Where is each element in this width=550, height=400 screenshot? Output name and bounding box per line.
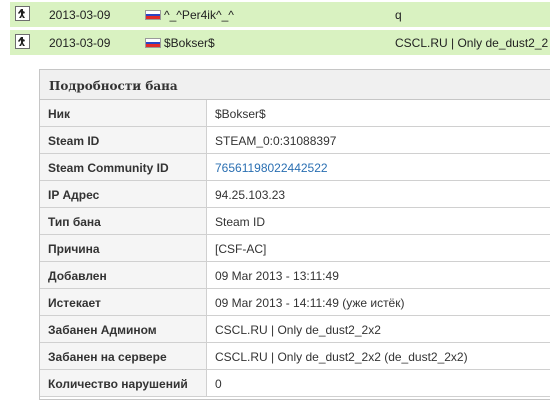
detail-row-steam-community-id: Steam Community ID 76561198022442522 [40, 154, 550, 181]
panel-header: Подробности бана [40, 70, 550, 100]
ban-date: 2013-03-09 [49, 8, 111, 22]
detail-value: $Bokser$ [215, 107, 266, 121]
detail-value: STEAM_0:0:31088397 [215, 134, 337, 148]
ban-details-panel: Подробности бана Ник $Bokser$ Steam ID S… [39, 69, 550, 400]
counter-strike-icon [15, 34, 30, 49]
detail-row-steam-id: Steam ID STEAM_0:0:31088397 [40, 127, 550, 154]
detail-value: Steam ID [215, 215, 266, 229]
detail-value: CSCL.RU | Only de_dust2_2x2 (de_dust2_2x… [215, 350, 468, 364]
russia-flag-icon [145, 38, 161, 48]
detail-value: 09 Mar 2013 - 14:11:49 (уже истёк) [215, 296, 405, 310]
detail-value: [CSF-AC] [215, 242, 267, 256]
ban-list-row[interactable]: 2013-03-09 $Bokser$ CSCL.RU | Only de_du… [10, 30, 550, 55]
detail-row-reason: Причина [CSF-AC] [40, 235, 550, 262]
detail-row-banned-by-admin: Забанен Админом CSCL.RU | Only de_dust2_… [40, 316, 550, 343]
detail-value: CSCL.RU | Only de_dust2_2x2 [215, 323, 381, 337]
detail-label: IP Адрес [48, 188, 100, 202]
detail-label: Забанен Админом [48, 323, 157, 337]
detail-row-violations: Количество нарушений 0 [40, 370, 550, 397]
detail-label: Steam ID [48, 134, 100, 148]
counter-strike-icon [15, 6, 30, 21]
detail-label: Истекает [48, 296, 101, 310]
ban-date: 2013-03-09 [49, 36, 111, 50]
detail-label: Забанен на сервере [48, 350, 167, 364]
detail-label: Steam Community ID [48, 161, 169, 175]
detail-value: 94.25.103.23 [215, 188, 286, 202]
steam-community-link[interactable]: 76561198022442522 [215, 161, 328, 175]
detail-value: 0 [215, 377, 222, 391]
player-name: $Bokser$ [164, 36, 215, 50]
server-name: CSCL.RU | Only de_dust2_2 [395, 36, 549, 50]
detail-value: 09 Mar 2013 - 13:11:49 [215, 269, 339, 283]
detail-row-nick: Ник $Bokser$ [40, 100, 550, 127]
detail-label: Тип бана [48, 215, 101, 229]
panel-title: Подробности бана [49, 79, 178, 93]
detail-row-banned-on-server: Забанен на сервере CSCL.RU | Only de_dus… [40, 343, 550, 370]
russia-flag-icon [145, 10, 161, 20]
ban-list-row[interactable]: 2013-03-09 ^_^Per4ik^_^ q [10, 2, 550, 27]
detail-label: Причина [48, 242, 100, 256]
server-name: q [395, 8, 402, 22]
detail-row-ban-type: Тип бана Steam ID [40, 208, 550, 235]
detail-label: Ник [48, 107, 71, 121]
detail-row-added: Добавлен 09 Mar 2013 - 13:11:49 [40, 262, 550, 289]
detail-label: Количество нарушений [48, 377, 188, 391]
detail-label: Добавлен [48, 269, 107, 283]
detail-row-ip: IP Адрес 94.25.103.23 [40, 181, 550, 208]
detail-row-expires: Истекает 09 Mar 2013 - 14:11:49 (уже ист… [40, 289, 550, 316]
player-name: ^_^Per4ik^_^ [164, 8, 234, 22]
